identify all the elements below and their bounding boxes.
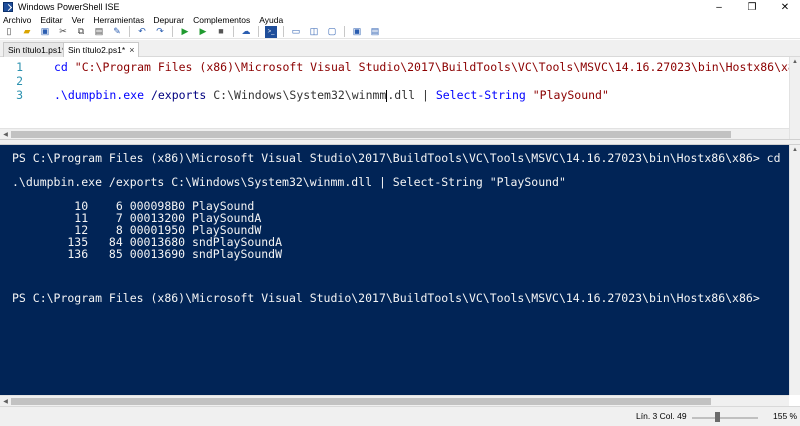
copy-icon[interactable]: ⧉ [75, 26, 87, 38]
paste-icon[interactable]: ▤ [93, 26, 105, 38]
script-horizontal-scrollbar[interactable]: ◀ [0, 128, 789, 139]
tab-sin-titulo1[interactable]: Sin título1.ps1* [3, 42, 71, 57]
scroll-thumb[interactable] [11, 130, 731, 138]
tab-label: Sin título1.ps1* [8, 45, 66, 55]
tab-label: Sin título2.ps1* [68, 45, 126, 55]
close-button[interactable]: ✕ [770, 0, 800, 14]
line-number: 3 [16, 88, 23, 102]
scroll-left-icon[interactable]: ◀ [0, 398, 11, 405]
line-number: 1 [16, 60, 23, 74]
console-line: .\dumpbin.exe /exports C:\Windows\System… [12, 175, 566, 189]
code-token: C:\Windows\System32\winmm [213, 88, 387, 102]
command-addon-icon[interactable]: ▤ [369, 26, 381, 38]
menu-depurar[interactable]: Depurar [153, 15, 184, 25]
powershell-app-icon [3, 2, 13, 12]
console-pane[interactable]: PS C:\Program Files (x86)\Microsoft Visu… [0, 145, 800, 395]
window-title: Windows PowerShell ISE [18, 2, 120, 12]
script-vertical-scrollbar[interactable]: ▲ [789, 57, 800, 139]
code-token: .\dumpbin.exe [54, 88, 151, 102]
toolbar-separator [129, 26, 130, 37]
toolbar-separator [233, 26, 234, 37]
title-bar: Windows PowerShell ISE – ❐ ✕ [0, 0, 800, 14]
menu-herramientas[interactable]: Herramientas [93, 15, 144, 25]
clear-icon[interactable]: ✎ [111, 26, 123, 38]
scroll-left-icon[interactable]: ◀ [0, 131, 11, 138]
scroll-up-icon[interactable]: ▲ [790, 57, 800, 67]
code-token: "C:\Program Files (x86)\Microsoft Visual… [74, 60, 800, 74]
show-script-icon[interactable]: ▣ [351, 26, 363, 38]
status-bar: Lín. 3 Col. 49 155 % [0, 406, 800, 426]
layout-script-top-icon[interactable]: ▭ [290, 26, 302, 38]
zoom-slider-thumb[interactable] [715, 412, 720, 422]
toolbar-separator [172, 26, 173, 37]
tab-close-icon[interactable]: × [129, 45, 134, 55]
toolbar-separator [283, 26, 284, 37]
toolbar-separator [344, 26, 345, 37]
zoom-slider[interactable] [692, 417, 758, 419]
toolbar: ▯ ▰ ▣ ✂ ⧉ ▤ ✎ ↶ ↷ ▶ ▶ ■ ☁ >_ ▭ ◫ ▢ ▣ ▤ [0, 25, 800, 39]
powershell-icon[interactable]: >_ [265, 25, 277, 38]
script-line: 3 .\dumpbin.exe /exports C:\Windows\Syst… [0, 88, 789, 102]
new-file-icon[interactable]: ▯ [3, 26, 15, 38]
open-icon[interactable]: ▰ [21, 26, 33, 38]
menu-editar[interactable]: Editar [40, 15, 62, 25]
toolbar-separator [258, 26, 259, 37]
zoom-level: 155 % [773, 411, 798, 421]
menu-bar: Archivo Editar Ver Herramientas Depurar … [0, 14, 800, 25]
stop-icon[interactable]: ■ [215, 26, 227, 38]
console-horizontal-scrollbar[interactable]: ◀ [0, 395, 789, 406]
line-number: 2 [16, 74, 23, 88]
minimize-button[interactable]: – [704, 0, 734, 14]
code-text: .\dumpbin.exe /exports C:\Windows\System… [54, 88, 789, 102]
script-line: 1 cd "C:\Program Files (x86)\Microsoft V… [0, 60, 800, 74]
console-line: PS C:\Program Files (x86)\Microsoft Visu… [12, 291, 760, 305]
menu-ver[interactable]: Ver [72, 15, 85, 25]
scroll-up-icon[interactable]: ▲ [790, 145, 800, 155]
menu-ayuda[interactable]: Ayuda [259, 15, 283, 25]
console-line: PS C:\Program Files (x86)\Microsoft Visu… [12, 151, 800, 165]
menu-archivo[interactable]: Archivo [3, 15, 31, 25]
menu-complementos[interactable]: Complementos [193, 15, 250, 25]
cursor-position: Lín. 3 Col. 49 [636, 411, 687, 421]
code-token: /exports [150, 88, 214, 102]
code-text: cd "C:\Program Files (x86)\Microsoft Vis… [54, 60, 800, 74]
redo-icon[interactable]: ↷ [154, 26, 166, 38]
layout-script-right-icon[interactable]: ◫ [308, 26, 320, 38]
code-token: .dll | [387, 88, 436, 102]
console-line: 136 85 00013690 sndPlaySoundW [12, 247, 283, 261]
code-token: Select-String [435, 88, 533, 102]
tab-strip: Sin título1.ps1* Sin título2.ps1* × [0, 40, 800, 57]
code-token: cd [54, 60, 75, 74]
run-selection-icon[interactable]: ▶ [197, 26, 209, 38]
scroll-thumb[interactable] [11, 397, 711, 405]
remote-icon[interactable]: ☁ [240, 26, 252, 38]
console-vertical-scrollbar[interactable]: ▲ [789, 145, 800, 395]
layout-script-max-icon[interactable]: ▢ [326, 26, 338, 38]
script-editor[interactable]: 1 cd "C:\Program Files (x86)\Microsoft V… [0, 57, 800, 139]
run-icon[interactable]: ▶ [179, 26, 191, 38]
script-line: 2 [0, 74, 789, 88]
undo-icon[interactable]: ↶ [136, 26, 148, 38]
save-icon[interactable]: ▣ [39, 26, 51, 38]
cut-icon[interactable]: ✂ [57, 26, 69, 38]
maximize-button[interactable]: ❐ [737, 0, 767, 14]
code-token: "PlaySound" [532, 88, 609, 102]
tab-sin-titulo2[interactable]: Sin título2.ps1* × [63, 42, 140, 57]
